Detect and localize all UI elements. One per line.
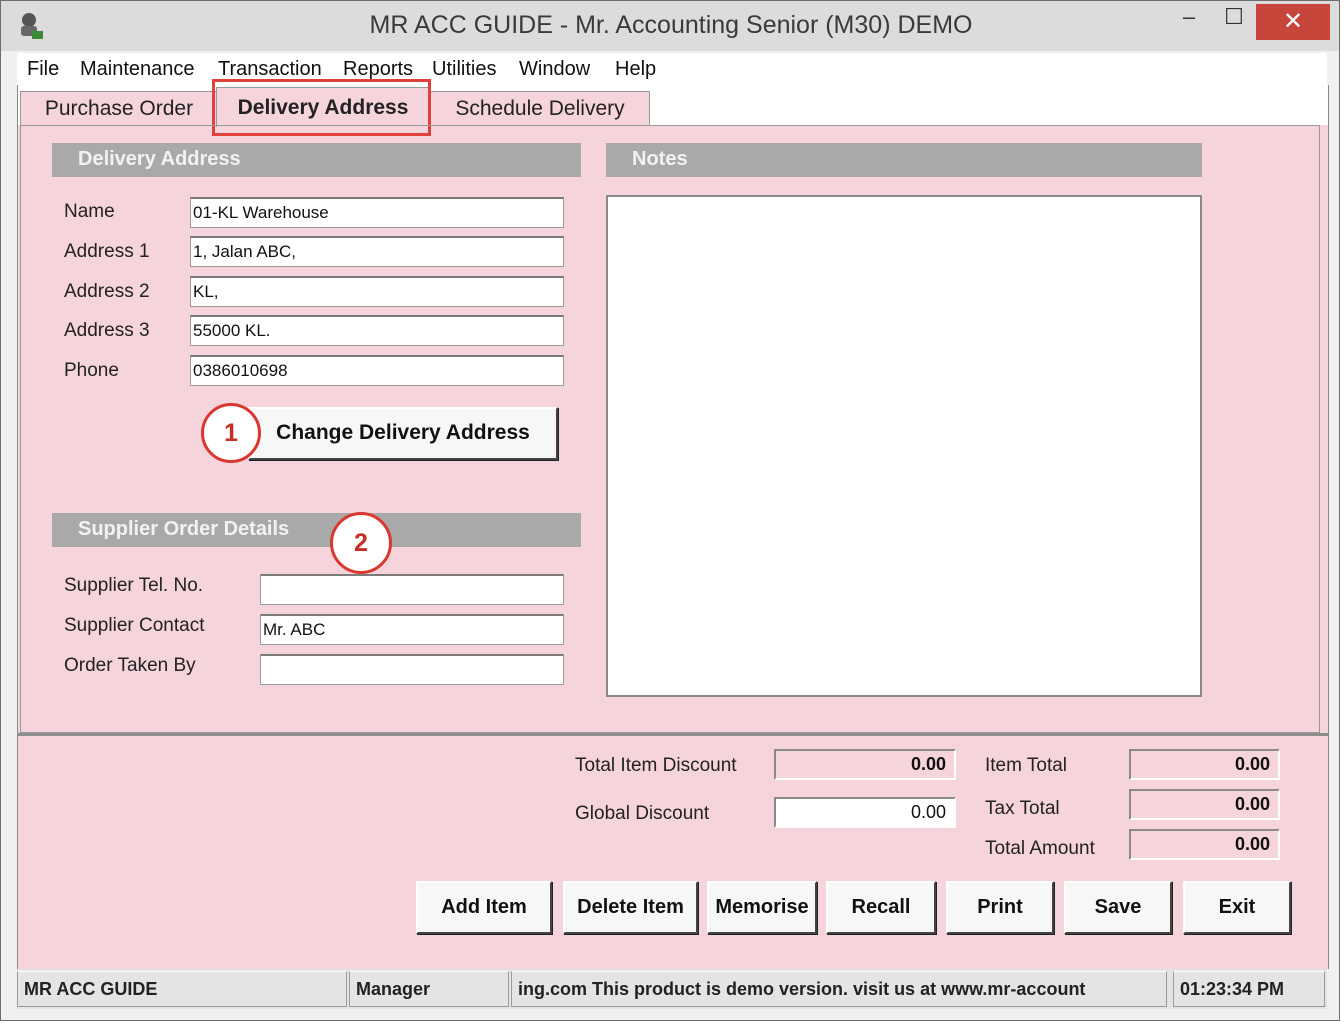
title-bar: MR ACC GUIDE - Mr. Accounting Senior (M3… [1, 1, 1339, 51]
address2-label: Address 2 [64, 281, 150, 302]
order-taken-by-field[interactable] [260, 654, 564, 685]
menu-utilities[interactable]: Utilities [432, 58, 496, 81]
notes-textarea[interactable] [606, 195, 1202, 697]
supplier-contact-field[interactable]: Mr. ABC [260, 614, 564, 645]
menu-maintenance[interactable]: Maintenance [80, 58, 195, 81]
item-total-label: Item Total [985, 755, 1068, 776]
address1-field[interactable]: 1, Jalan ABC, [190, 236, 564, 267]
add-item-button[interactable]: Add Item [416, 881, 552, 934]
exit-button[interactable]: Exit [1183, 881, 1291, 934]
tax-total-value: 0.00 [1129, 789, 1280, 820]
address3-field[interactable]: 55000 KL. [190, 315, 564, 346]
notes-header: Notes [606, 143, 1202, 177]
total-item-discount-value: 0.00 [774, 749, 956, 780]
name-label: Name [64, 201, 115, 222]
tab-strip: Purchase Order Delivery Address Schedule… [18, 79, 1328, 136]
print-button[interactable]: Print [946, 881, 1054, 934]
supplier-contact-label: Supplier Contact [64, 615, 205, 636]
main-content: Purchase Order Delivery Address Schedule… [17, 79, 1329, 969]
address1-label: Address 1 [64, 241, 150, 262]
menu-reports[interactable]: Reports [343, 58, 413, 81]
supplier-order-details-header: Supplier Order Details [52, 513, 581, 547]
menu-file[interactable]: File [27, 58, 59, 81]
close-button[interactable]: ✕ [1256, 4, 1330, 40]
total-amount-label: Total Amount [985, 838, 1095, 859]
supplier-tel-field[interactable] [260, 574, 564, 605]
status-user: Manager [349, 971, 509, 1007]
total-item-discount-label: Total Item Discount [575, 755, 737, 776]
maximize-button[interactable]: ☐ [1211, 4, 1257, 40]
change-delivery-address-button[interactable]: Change Delivery Address [248, 407, 558, 460]
tab-schedule-delivery[interactable]: Schedule Delivery [430, 91, 650, 125]
global-discount-label: Global Discount [575, 803, 710, 824]
tax-total-label: Tax Total [985, 798, 1060, 819]
order-taken-by-label: Order Taken By [64, 655, 196, 676]
status-app-name: MR ACC GUIDE [17, 971, 347, 1007]
window-title: MR ACC GUIDE - Mr. Accounting Senior (M3… [369, 11, 973, 39]
callout-2: 2 [330, 512, 392, 574]
menu-help[interactable]: Help [615, 58, 656, 81]
phone-label: Phone [64, 360, 119, 381]
recall-button[interactable]: Recall [826, 881, 936, 934]
name-field[interactable]: 01-KL Warehouse [190, 197, 564, 228]
phone-field[interactable]: 0386010698 [190, 355, 564, 386]
minimize-button[interactable]: – [1166, 4, 1212, 40]
tab-purchase-order[interactable]: Purchase Order [20, 91, 218, 125]
status-time: 01:23:34 PM [1173, 971, 1325, 1007]
global-discount-field[interactable]: 0.00 [774, 797, 956, 828]
callout-1: 1 [201, 403, 261, 463]
menu-transaction[interactable]: Transaction [218, 58, 322, 81]
status-bar: MR ACC GUIDE Manager ing.com This produc… [17, 969, 1327, 1009]
section-divider [18, 733, 1328, 736]
application-window: MR ACC GUIDE - Mr. Accounting Senior (M3… [0, 0, 1340, 1021]
supplier-tel-label: Supplier Tel. No. [64, 575, 204, 596]
delivery-address-header: Delivery Address [52, 143, 581, 177]
address3-label: Address 3 [64, 320, 150, 341]
memorise-button[interactable]: Memorise [707, 881, 817, 934]
total-amount-value: 0.00 [1129, 829, 1280, 860]
save-button[interactable]: Save [1064, 881, 1172, 934]
status-message: ing.com This product is demo version. vi… [511, 971, 1167, 1007]
address2-field[interactable]: KL, [190, 276, 564, 307]
item-total-value: 0.00 [1129, 749, 1280, 780]
delete-item-button[interactable]: Delete Item [563, 881, 698, 934]
menu-window[interactable]: Window [519, 58, 590, 81]
